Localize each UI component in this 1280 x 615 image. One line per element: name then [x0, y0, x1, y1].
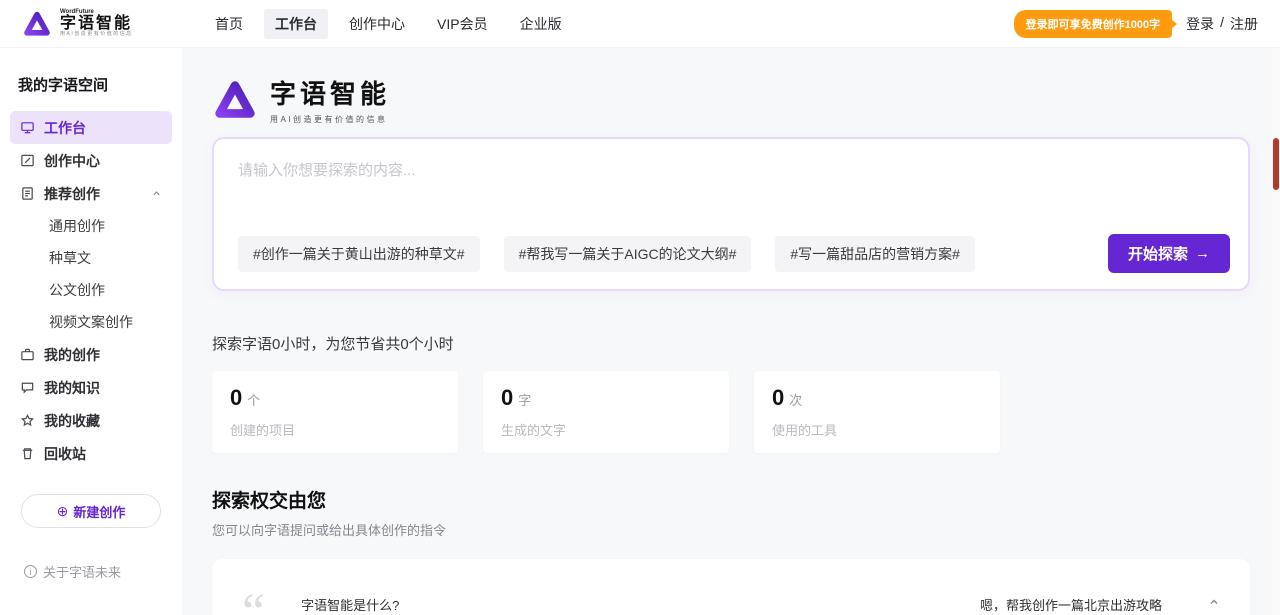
pencil-screen-icon	[20, 153, 35, 168]
brand-name: 字语智能	[60, 16, 133, 33]
info-icon: i	[24, 565, 37, 578]
chat-bubble-icon	[20, 380, 35, 395]
new-creation-label: 新建创作	[73, 502, 125, 521]
about-label: 关于字语未来	[43, 562, 121, 581]
arrow-right-icon: →	[1195, 245, 1210, 262]
sidebar-item-label: 创作中心	[44, 151, 100, 171]
explore-section-subtitle: 您可以向字语提问或给出具体创作的指令	[212, 520, 1250, 539]
stat-card-tools: 0次 使用的工具	[754, 371, 1000, 453]
stat-card-projects: 0个 创建的项目	[212, 371, 458, 453]
main-nav: 首页 工作台 创作中心 VIP会员 企业版	[204, 9, 573, 39]
nav-item-workspace[interactable]: 工作台	[264, 9, 328, 39]
login-link[interactable]: 登录	[1186, 14, 1214, 34]
hero-triangle-icon	[212, 77, 258, 123]
sidebar-subitem-official[interactable]: 公文创作	[10, 274, 172, 306]
sidebar-title: 我的字语空间	[18, 74, 164, 95]
sidebar-item-recycle-bin[interactable]: 回收站	[10, 437, 172, 470]
sidebar-item-recommended[interactable]: 推荐创作	[10, 177, 172, 210]
sidebar-item-my-works[interactable]: 我的创作	[10, 338, 172, 371]
search-card: #创作一篇关于黄山出游的种草文# #帮我写一篇关于AIGC的论文大纲# #写一篇…	[212, 137, 1250, 291]
stat-label: 创建的项目	[230, 420, 440, 439]
stat-unit: 个	[247, 393, 260, 408]
hero-title: 字语智能	[270, 74, 390, 111]
nav-item-creation-center[interactable]: 创作中心	[338, 9, 416, 39]
stat-cards: 0个 创建的项目 0字 生成的文字 0次 使用的工具	[212, 371, 1250, 453]
suggestion-chip-dessert[interactable]: #写一篇甜品店的营销方案#	[775, 236, 975, 272]
monitor-icon	[20, 120, 35, 135]
trash-icon	[20, 446, 35, 461]
explore-section-title: 探索权交由您	[212, 486, 1250, 513]
briefcase-icon	[20, 347, 35, 362]
register-link[interactable]: 注册	[1230, 14, 1258, 34]
login-separator: /	[1220, 14, 1224, 34]
sidebar-item-workspace[interactable]: 工作台	[10, 111, 172, 144]
stat-value: 0次	[772, 385, 982, 411]
chevron-up-icon[interactable]	[1208, 595, 1220, 613]
sidebar: 我的字语空间 工作台 创作中心 推荐创作 通用创作 种草文 公文创作 视频文案创…	[0, 48, 182, 615]
stat-label: 使用的工具	[772, 420, 982, 439]
scrollbar-thumb[interactable]	[1273, 138, 1279, 190]
chevron-up-icon[interactable]	[151, 186, 162, 202]
hero-logo: 字语智能 用AI创造更有价值的信息	[212, 74, 1250, 125]
explore-section: 探索权交由您 您可以向字语提问或给出具体创作的指令 “ 字语智能是什么? 嗯，帮…	[212, 486, 1250, 615]
main-content: 字语智能 用AI创造更有价值的信息 #创作一篇关于黄山出游的种草文# #帮我写一…	[182, 48, 1280, 615]
sidebar-item-label: 回收站	[44, 444, 86, 464]
about-link[interactable]: i 关于字语未来	[24, 562, 121, 581]
sidebar-item-label: 工作台	[44, 118, 86, 138]
nav-item-home[interactable]: 首页	[204, 9, 254, 39]
qa-example-card: “ 字语智能是什么? 嗯，帮我创作一篇北京出游攻略	[212, 559, 1250, 615]
brand-text: WordFuture 字语智能 用AI创造更有价值的信息	[60, 9, 133, 37]
hero-subtitle: 用AI创造更有价值的信息	[270, 114, 390, 125]
scrollbar-track[interactable]	[1272, 48, 1280, 615]
start-explore-label: 开始探索	[1128, 243, 1188, 264]
stat-value: 0字	[501, 385, 711, 411]
suggestion-chip-aigc[interactable]: #帮我写一篇关于AIGC的论文大纲#	[504, 236, 752, 272]
suggestion-chip-huangshan[interactable]: #创作一篇关于黄山出游的种草文#	[238, 236, 480, 272]
stat-unit: 次	[789, 393, 802, 408]
suggestion-chips: #创作一篇关于黄山出游的种草文# #帮我写一篇关于AIGC的论文大纲# #写一篇…	[238, 234, 1230, 273]
sidebar-item-label: 我的创作	[44, 345, 100, 365]
star-icon	[20, 413, 35, 428]
search-input[interactable]	[238, 159, 1224, 223]
document-icon	[20, 186, 35, 201]
start-explore-button[interactable]: 开始探索 →	[1108, 234, 1230, 273]
qa-question: 字语智能是什么?	[301, 595, 399, 614]
plus-circle-icon: ⊕	[57, 503, 69, 520]
nav-item-vip[interactable]: VIP会员	[426, 9, 499, 39]
stat-card-words: 0字 生成的文字	[483, 371, 729, 453]
stat-value: 0个	[230, 385, 440, 411]
sidebar-subitem-video-copy[interactable]: 视频文案创作	[10, 306, 172, 338]
header-right: 登录即可享免费创作1000字 登录 / 注册	[1014, 10, 1258, 38]
stat-label: 生成的文字	[501, 420, 711, 439]
sidebar-item-my-knowledge[interactable]: 我的知识	[10, 371, 172, 404]
sidebar-subitem-general[interactable]: 通用创作	[10, 210, 172, 242]
sidebar-item-my-favorites[interactable]: 我的收藏	[10, 404, 172, 437]
sidebar-item-label: 我的知识	[44, 378, 100, 398]
brand-tagline: 用AI创造更有价值的信息	[60, 32, 133, 37]
brand-triangle-icon	[22, 9, 52, 39]
login-register[interactable]: 登录 / 注册	[1186, 14, 1258, 34]
brand-logo[interactable]: WordFuture 字语智能 用AI创造更有价值的信息	[22, 9, 190, 39]
sidebar-item-creation-center[interactable]: 创作中心	[10, 144, 172, 177]
sidebar-item-label: 我的收藏	[44, 411, 100, 431]
sidebar-item-label: 推荐创作	[44, 184, 100, 204]
new-creation-button[interactable]: ⊕ 新建创作	[21, 494, 161, 528]
top-navbar: WordFuture 字语智能 用AI创造更有价值的信息 首页 工作台 创作中心…	[0, 0, 1280, 48]
stat-unit: 字	[518, 393, 531, 408]
sidebar-subitem-seeding[interactable]: 种草文	[10, 242, 172, 274]
stats-summary: 探索字语0小时，为您节省共0个小时	[212, 333, 1250, 354]
quote-icon: “	[242, 603, 259, 615]
qa-answer[interactable]: 嗯，帮我创作一篇北京出游攻略	[980, 595, 1162, 614]
promo-button[interactable]: 登录即可享免费创作1000字	[1014, 10, 1172, 38]
nav-item-enterprise[interactable]: 企业版	[509, 9, 573, 39]
